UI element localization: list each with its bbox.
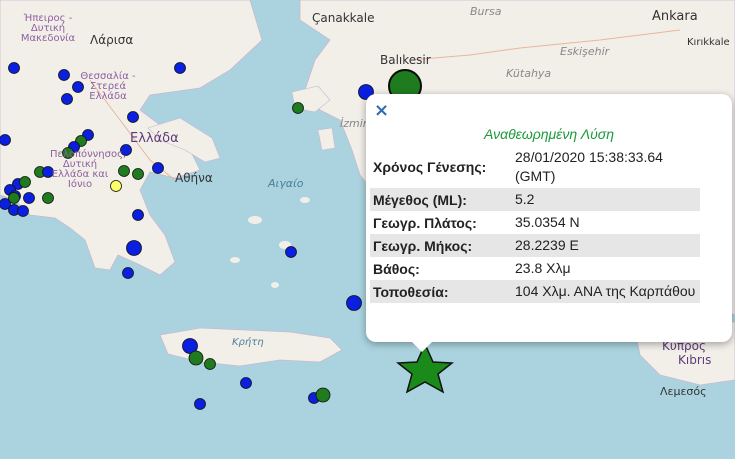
info-row-magnitude: Μέγεθος (ML): 5.2 xyxy=(370,188,700,211)
earthquake-info-table: Χρόνος Γένεσης: 28/01/2020 15:38:33.64 (… xyxy=(370,146,700,303)
earthquake-marker[interactable] xyxy=(8,62,20,74)
earthquake-marker[interactable] xyxy=(8,192,20,204)
info-row-location: Τοποθεσία: 104 Χλμ. ΑΝΑ της Καρπάθου xyxy=(370,280,700,303)
earthquake-marker[interactable] xyxy=(58,69,70,81)
region-label-thessaly: Θεσσαλία - Στερεά Ελλάδα xyxy=(80,71,136,102)
info-row-origin-time: Χρόνος Γένεσης: 28/01/2020 15:38:33.64 (… xyxy=(370,146,700,188)
earthquake-marker[interactable] xyxy=(127,111,139,123)
island-small xyxy=(300,197,310,203)
city-label-canakkale: Çanakkale xyxy=(312,11,375,25)
earthquake-marker[interactable] xyxy=(315,387,331,403)
city-label-eskisehir: Eskişehir xyxy=(560,45,610,58)
region-label-epirus: Ήπειρος - Δυτική Μακεδονία xyxy=(20,13,76,44)
close-icon[interactable]: × xyxy=(374,100,389,121)
city-label-izmir: İzmir xyxy=(340,117,368,130)
popup-pointer xyxy=(410,340,434,352)
info-row-longitude: Γεωγρ. Μήκος: 28.2239 E xyxy=(370,234,700,257)
info-row-latitude: Γεωγρ. Πλάτος: 35.0354 N xyxy=(370,211,700,234)
info-value: 5.2 xyxy=(512,188,700,211)
map-container[interactable]: Ήπειρος - Δυτική Μακεδονία Λάρισα Θεσσαλ… xyxy=(0,0,735,459)
city-label-balikesir: Balıkesir xyxy=(380,53,431,67)
earthquake-marker[interactable] xyxy=(174,62,186,74)
earthquake-marker[interactable] xyxy=(118,165,130,177)
city-label-ankara: Ankara xyxy=(652,9,698,24)
island-label-crete: Κρήτη xyxy=(232,337,264,348)
info-value: 23.8 Χλμ xyxy=(515,260,571,276)
earthquake-marker[interactable] xyxy=(285,246,297,258)
info-label: Γεωγρ. Μήκος: xyxy=(370,234,512,257)
earthquake-marker[interactable] xyxy=(42,192,54,204)
city-label-athens: Αθήνα xyxy=(175,171,213,185)
country-label-cyprus-tr: Kıbrıs xyxy=(678,353,712,367)
city-label-bursa: Bursa xyxy=(470,5,502,18)
earthquake-marker[interactable] xyxy=(194,398,206,410)
info-value: 28/01/2020 15:38:33.64 (GMT) xyxy=(515,149,663,184)
earthquake-marker[interactable] xyxy=(23,192,35,204)
city-label-kutahya: Kütahya xyxy=(506,67,552,80)
island-small xyxy=(271,282,279,288)
info-value: 28.2239 E xyxy=(512,234,700,257)
popup-title: Αναθεωρημένη Λύση xyxy=(484,126,614,142)
earthquake-marker[interactable] xyxy=(132,209,144,221)
earthquake-marker[interactable] xyxy=(110,180,122,192)
earthquake-marker[interactable] xyxy=(152,162,164,174)
info-label: Χρόνος Γένεσης: xyxy=(373,159,487,175)
earthquake-marker[interactable] xyxy=(188,350,204,366)
earthquake-marker[interactable] xyxy=(19,176,31,188)
info-row-depth: Βάθος: 23.8 Χλμ xyxy=(370,257,700,280)
info-label: Τοποθεσία: xyxy=(370,280,512,303)
island-small xyxy=(230,257,240,263)
sea-label-aegean: Αιγαίο xyxy=(268,177,304,190)
island-small xyxy=(248,216,262,224)
city-label-lemesos: Λεμεσός xyxy=(660,385,707,398)
earthquake-marker[interactable] xyxy=(61,93,73,105)
info-value: 104 Χλμ. ΑΝΑ της Καρπάθου xyxy=(512,280,700,303)
earthquake-marker[interactable] xyxy=(132,168,144,180)
info-label: Βάθος: xyxy=(373,260,420,277)
earthquake-marker[interactable] xyxy=(346,295,362,311)
earthquake-marker[interactable] xyxy=(292,102,304,114)
earthquake-info-popup: × Αναθεωρημένη Λύση Χρόνος Γένεσης: 28/0… xyxy=(366,94,732,342)
info-label: Γεωγρ. Πλάτος: xyxy=(373,214,477,231)
earthquake-marker[interactable] xyxy=(240,377,252,389)
earthquake-marker[interactable] xyxy=(126,240,142,256)
region-label-peloponnese: Πελοπόννησος, Δυτική Ελλάδα και Ιόνιο xyxy=(50,149,127,190)
city-label-kirikkale: Kırıkkale xyxy=(687,37,730,48)
earthquake-marker[interactable] xyxy=(122,267,134,279)
info-value: 35.0354 N xyxy=(515,214,580,230)
earthquake-marker[interactable] xyxy=(0,134,11,146)
earthquake-marker[interactable] xyxy=(17,205,29,217)
country-label-greece: Ελλάδα xyxy=(130,131,179,146)
earthquake-marker[interactable] xyxy=(204,358,216,370)
city-label-larisa: Λάρισα xyxy=(90,33,134,47)
info-label: Μέγεθος (ML): xyxy=(370,188,512,211)
